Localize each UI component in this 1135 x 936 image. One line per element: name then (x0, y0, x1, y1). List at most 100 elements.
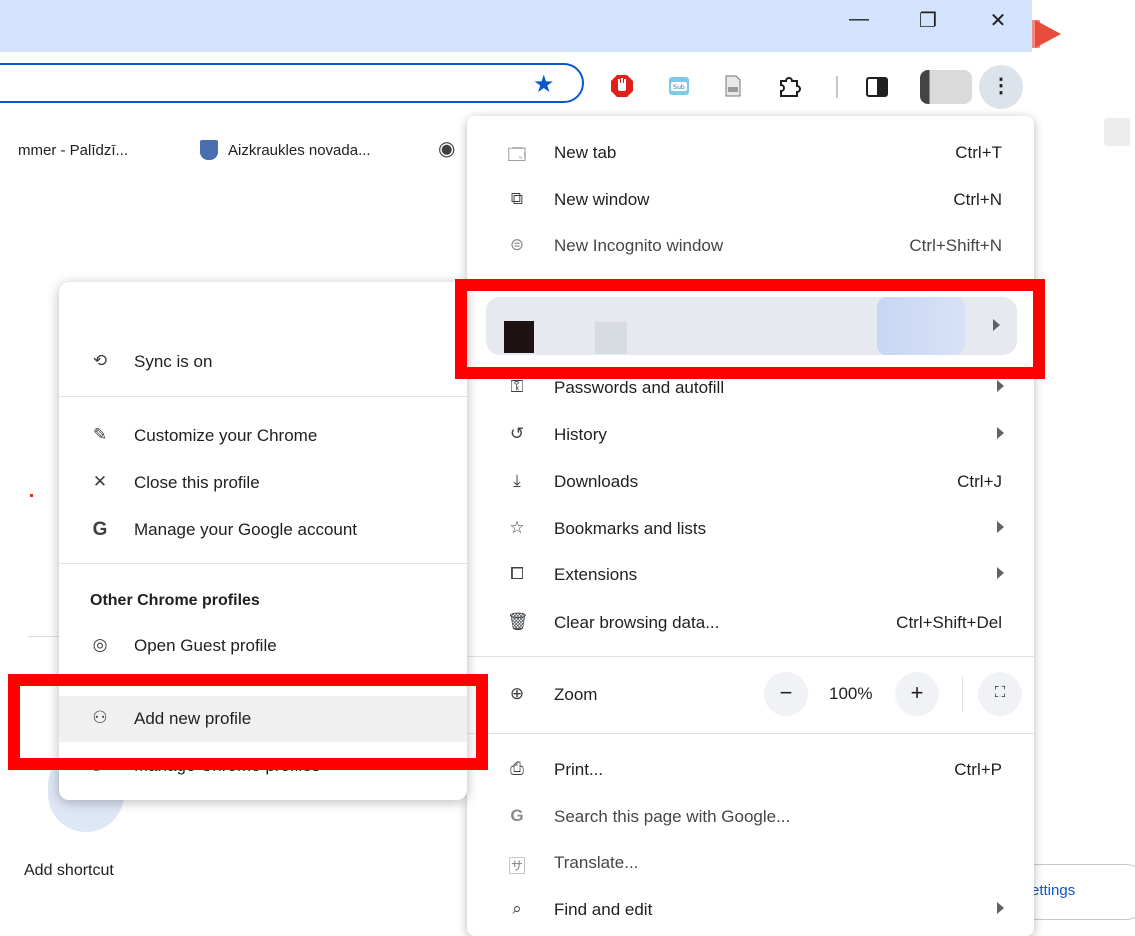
menu-item-shortcut: Ctrl+Shift+N (909, 236, 1002, 255)
menu-item-shortcut: Ctrl+P (954, 760, 1002, 779)
restore-button[interactable]: ❐ (905, 8, 951, 33)
chrome-menu-button[interactable]: ⋮ (979, 65, 1023, 109)
submenu-item-label: Close this profile (134, 473, 260, 492)
menu-item-find-edit[interactable]: ⌕ Find and edit (467, 888, 1034, 932)
print-icon: ⎙ (510, 759, 524, 778)
other-profiles-heading: Other Chrome profiles (90, 592, 260, 609)
submenu-arrow-icon (997, 427, 1004, 439)
sync-status-item[interactable]: ⟲ Sync is on (59, 339, 467, 385)
adblock-extension-icon[interactable] (610, 74, 634, 98)
submenu-item-label: Customize your Chrome (134, 426, 318, 445)
address-bar[interactable] (0, 63, 584, 103)
menu-item-search-google[interactable]: G Search this page with Google... (467, 795, 1034, 839)
minimize-button[interactable]: — (836, 8, 882, 31)
close-window-button[interactable]: ✕ (975, 8, 1021, 33)
menu-item-shortcut: Ctrl+T (955, 143, 1002, 162)
submenu-arrow-icon (997, 521, 1004, 533)
sync-status-label: Sync is on (134, 352, 213, 371)
menu-item-clear-browsing[interactable]: 🗑 Clear browsing data... Ctrl+Shift+Del (467, 601, 1034, 645)
menu-item-label: Bookmarks and lists (554, 519, 707, 538)
submenu-item-label: Manage your Google account (134, 520, 358, 539)
guest-person-icon: ◎ (92, 635, 108, 654)
menu-item-label: Passwords and autofill (554, 378, 725, 397)
side-panel-icon[interactable] (866, 77, 888, 97)
fullscreen-button[interactable]: ⛶ (978, 672, 1022, 716)
submenu-separator (59, 396, 467, 397)
submenu-arrow-icon (997, 902, 1004, 914)
tab-edge-arrow (1035, 20, 1061, 48)
star-outline-icon: ☆ (509, 518, 525, 537)
key-icon: ⚿ (510, 377, 524, 396)
menu-item-label: Clear browsing data... (554, 613, 720, 632)
menu-item-label: New window (554, 190, 650, 209)
menu-item-print[interactable]: ⎙ Print... Ctrl+P (467, 748, 1034, 792)
menu-item-new-incognito[interactable]: ⊜ New Incognito window Ctrl+Shift+N (467, 224, 1034, 268)
download-icon: ⤓ (513, 471, 521, 490)
menu-item-zoom: ⊕ Zoom (467, 673, 1034, 717)
svg-text:Sub: Sub (673, 84, 685, 91)
new-window-icon: ⧉ (510, 189, 524, 208)
menu-separator (467, 656, 1034, 657)
menu-item-extensions[interactable]: ⧠ Extensions (467, 553, 1034, 597)
menu-item-label: Find and edit (554, 900, 653, 919)
subtitle-extension-icon[interactable]: Sub (667, 74, 691, 98)
menu-item-shortcut: Ctrl+Shift+Del (896, 613, 1002, 632)
bookmark-item[interactable]: mmer - Palīdzī... (18, 142, 128, 159)
submenu-arrow-icon (997, 380, 1004, 392)
highlight-box-add-profile (8, 674, 488, 770)
menu-item-label: History (554, 425, 607, 444)
document-extension-icon[interactable] (721, 74, 745, 98)
puzzle-icon: ⧠ (510, 564, 524, 583)
menu-item-label: Translate... (554, 853, 639, 872)
menu-item-bookmarks[interactable]: ☆ Bookmarks and lists (467, 507, 1034, 551)
menu-item-label: Extensions (554, 565, 638, 584)
google-icon: G (92, 519, 108, 540)
menu-item-translate[interactable]: 🈂 Translate... (467, 841, 1034, 885)
zoom-out-button[interactable]: − (764, 672, 808, 716)
globe-icon[interactable]: ◉ (438, 136, 455, 161)
profile-avatar-button[interactable] (920, 70, 972, 104)
menu-item-label: Print... (554, 760, 604, 779)
menu-item-shortcut: Ctrl+N (953, 190, 1002, 209)
menu-item-downloads[interactable]: ⤓ Downloads Ctrl+J (467, 460, 1034, 504)
submenu-item-label: Open Guest profile (134, 636, 277, 655)
customize-chrome-item[interactable]: ✎ Customize your Chrome (59, 413, 467, 459)
zoom-icon: ⊕ (509, 684, 525, 703)
zoom-in-button[interactable]: + (895, 672, 939, 716)
history-icon: ↺ (509, 424, 525, 443)
menu-item-new-window[interactable]: ⧉ New window Ctrl+N (467, 178, 1034, 222)
title-bar: — ❐ ✕ (0, 0, 1032, 52)
open-guest-profile-item[interactable]: ◎ Open Guest profile (59, 623, 467, 669)
menu-item-label: Downloads (554, 472, 639, 491)
menu-separator (467, 733, 1034, 734)
menu-item-history[interactable]: ↺ History (467, 413, 1034, 457)
menu-item-label: New Incognito window (554, 236, 724, 255)
find-icon: ⌕ (512, 899, 522, 918)
chrome-main-menu: 🗔 New tab Ctrl+T ⧉ New window Ctrl+N ⊜ N… (467, 116, 1034, 936)
trash-icon: 🗑 (507, 612, 529, 631)
bookmark-item[interactable]: Aizkraukles novada... (228, 142, 371, 159)
new-tab-icon: 🗔 (507, 145, 527, 164)
menu-item-label: New tab (554, 143, 617, 162)
page-fragment (30, 494, 33, 497)
zoom-separator (962, 676, 963, 712)
menu-item-shortcut: Ctrl+J (957, 472, 1002, 491)
close-profile-item[interactable]: ✕ Close this profile (59, 460, 467, 506)
zoom-level: 100% (829, 684, 873, 703)
google-icon: G (510, 806, 524, 825)
submenu-separator (59, 563, 467, 564)
menu-item-label: Zoom (554, 685, 598, 704)
highlight-box-profile (455, 279, 1045, 379)
menu-item-new-tab[interactable]: 🗔 New tab Ctrl+T (467, 131, 1034, 175)
settings-label: ettings (1031, 882, 1076, 899)
extensions-puzzle-icon[interactable] (777, 74, 801, 98)
add-shortcut-label: Add shortcut (24, 862, 114, 879)
submenu-arrow-icon (997, 567, 1004, 579)
manage-google-account-item[interactable]: G Manage your Google account (59, 507, 467, 553)
incognito-icon: ⊜ (509, 235, 525, 254)
coat-of-arms-icon (200, 140, 218, 160)
bookmark-star-icon[interactable]: ★ (533, 70, 555, 99)
menu-item-label: Search this page with Google... (554, 807, 791, 826)
page-placeholder-block (1104, 118, 1130, 146)
pencil-icon: ✎ (92, 425, 108, 444)
